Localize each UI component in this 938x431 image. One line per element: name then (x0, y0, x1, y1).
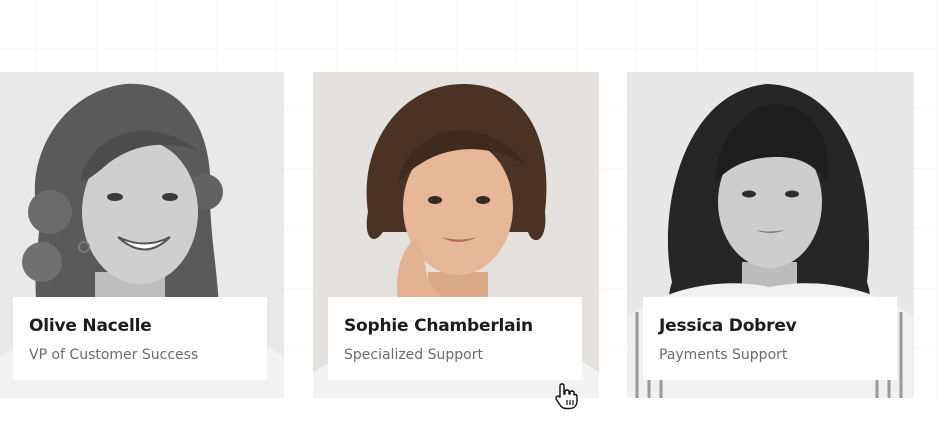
hand-pointer-icon (555, 383, 578, 410)
team-member-card-sophie[interactable]: Sophie Chamberlain Specialized Support (313, 72, 599, 398)
team-member-card-olive[interactable]: Olive Nacelle VP of Customer Success (0, 72, 284, 398)
member-name: Sophie Chamberlain (344, 316, 533, 336)
member-role: Payments Support (659, 347, 788, 363)
member-info-panel: Olive Nacelle VP of Customer Success (13, 297, 267, 380)
page-background-bottom (0, 398, 938, 431)
member-info-panel: Jessica Dobrev Payments Support (643, 297, 897, 380)
grid-fade (0, 0, 938, 70)
member-name: Jessica Dobrev (659, 316, 797, 336)
member-role: VP of Customer Success (29, 347, 199, 363)
member-name: Olive Nacelle (29, 316, 152, 336)
member-role: Specialized Support (344, 347, 483, 363)
member-info-panel: Sophie Chamberlain Specialized Support (328, 297, 582, 380)
team-member-card-jessica[interactable]: Jessica Dobrev Payments Support (627, 72, 914, 398)
